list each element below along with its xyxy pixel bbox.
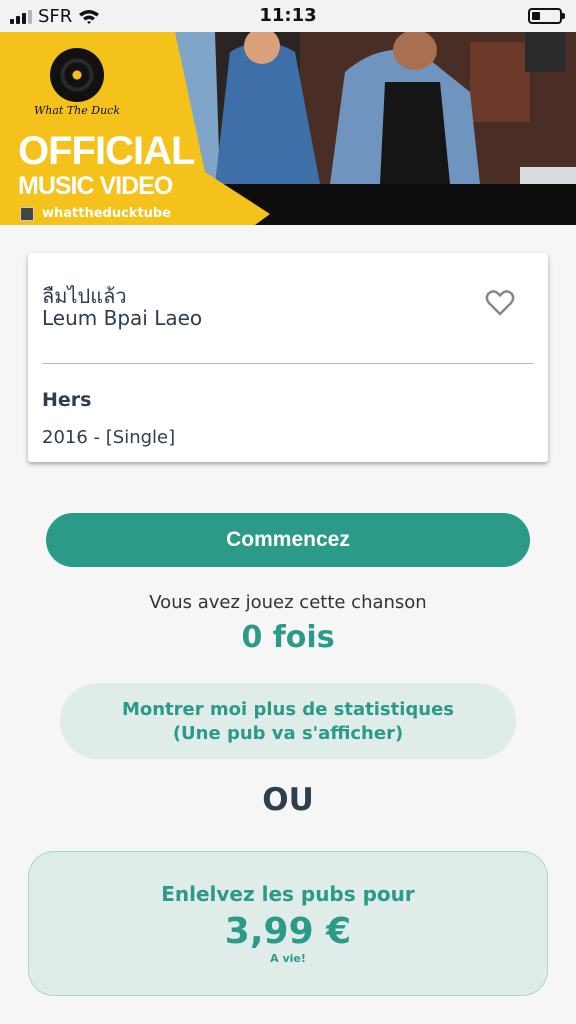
start-button[interactable]: Commencez: [46, 513, 530, 567]
video-banner[interactable]: What The Duck OFFICIAL MUSIC VIDEO whatt…: [0, 32, 576, 225]
status-time: 11:13: [259, 5, 317, 26]
battery-icon: [528, 8, 565, 24]
song-info-card: ลืมไปแล้ว Leum Bpai Laeo Hers 2016 - [Si…: [28, 253, 548, 462]
artist-name: Hers: [42, 389, 92, 411]
banner-headline: OFFICIAL: [18, 129, 195, 173]
logo-text: What The Duck: [33, 104, 121, 117]
release-info: 2016 - [Single]: [42, 427, 176, 448]
card-divider: [42, 363, 534, 364]
battery-level: [532, 12, 540, 20]
remove-ads-lifetime: A vie!: [270, 952, 306, 965]
played-count-label: Vous avez jouez cette chanson: [149, 592, 427, 613]
show-statistics-label: Montrer moi plus de statistiques: [121, 699, 455, 720]
heart-icon[interactable]: [484, 287, 516, 319]
ad-warning-label: (Une pub va s'afficher): [172, 723, 404, 744]
play-count-value: 0 fois: [241, 620, 335, 655]
what-the-duck-logo: What The Duck: [22, 48, 132, 117]
show-statistics-button[interactable]: Montrer moi plus de statistiques (Une pu…: [60, 683, 516, 759]
banner-subheadline: MUSIC VIDEO: [18, 172, 173, 200]
youtube-icon: [20, 206, 34, 221]
remove-ads-button[interactable]: Enlelvez les pubs pour 3,99 € A vie!: [28, 851, 548, 996]
channel-line: whattheducktube: [20, 206, 171, 221]
status-bar: SFR 11:13: [0, 0, 576, 32]
remove-ads-price: 3,99 €: [224, 911, 352, 952]
vinyl-record-icon: [50, 48, 104, 102]
song-title-latin: Leum Bpai Laeo: [42, 306, 203, 330]
or-separator: OU: [262, 782, 314, 818]
remove-ads-label: Enlelvez les pubs pour: [161, 882, 415, 906]
channel-name: whattheducktube: [42, 206, 172, 221]
